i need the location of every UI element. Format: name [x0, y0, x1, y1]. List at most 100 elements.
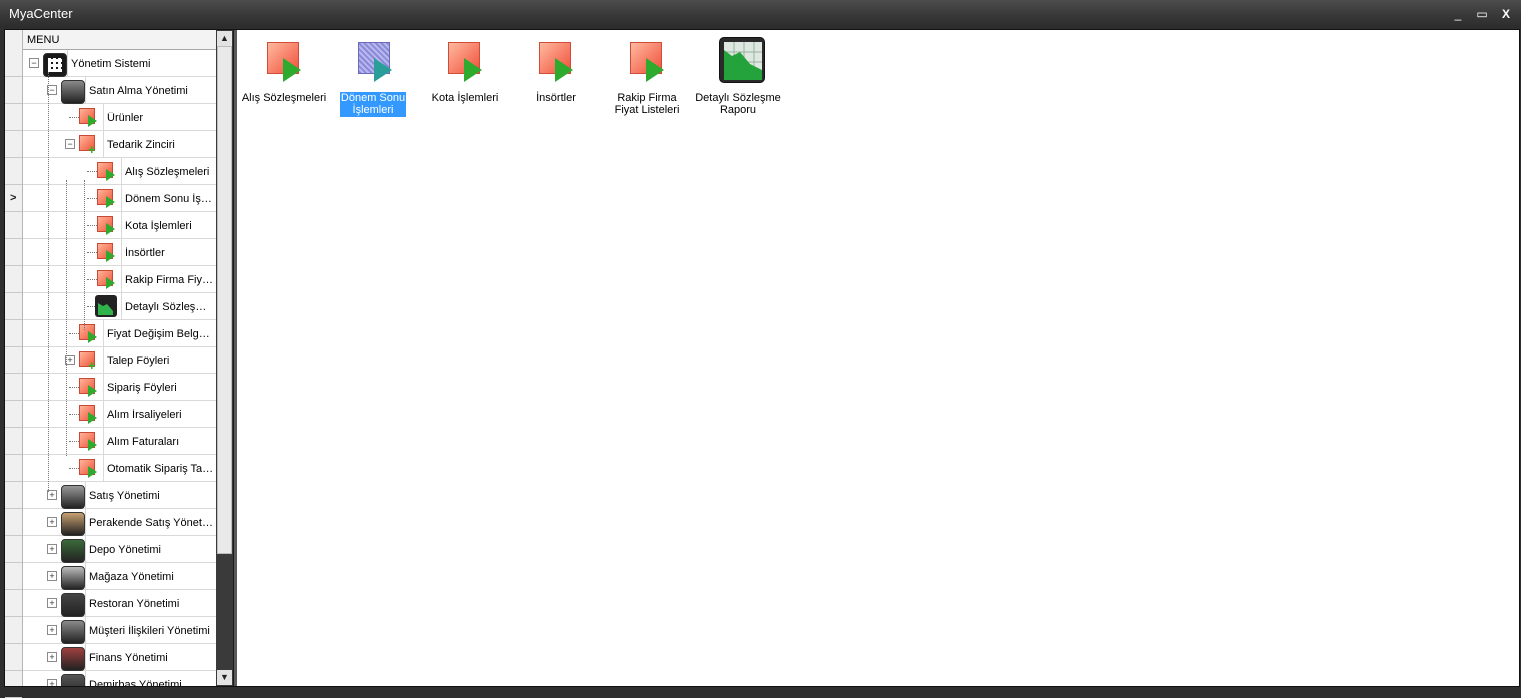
tree-item-label: Fiyat Değişim Belgeleri	[107, 328, 214, 340]
tile-caption: Dönem Sonu İşlemleri	[340, 92, 406, 117]
tree-row[interactable]: + Finans Yönetimi	[23, 644, 216, 671]
gutter-row-line	[5, 103, 22, 104]
form-icon	[79, 106, 99, 128]
tree-row[interactable]: + + Talep Föyleri	[23, 347, 216, 374]
gutter-row-line	[5, 562, 22, 563]
tree-connector-line	[69, 414, 79, 416]
tree-row[interactable]: Fiyat Değişim Belgeleri	[23, 320, 216, 347]
tree-row[interactable]: Alım İrsaliyeleri	[23, 401, 216, 428]
row-column-separator	[121, 266, 122, 293]
tree-row[interactable]: Dönem Sonu İşlemleri	[23, 185, 216, 212]
tree-row[interactable]: − Satın Alma Yönetimi	[23, 77, 216, 104]
tree-row[interactable]: − Yönetim Sistemi	[23, 50, 216, 77]
folder-plus-icon: +	[79, 133, 99, 156]
scroll-up-arrow-icon[interactable]: ▲	[217, 31, 232, 46]
maximize-button[interactable]: ▭	[1473, 5, 1491, 23]
tile-caption: Kota İşlemleri	[431, 92, 499, 104]
tree-row[interactable]: Ürünler	[23, 104, 216, 131]
form-play-icon	[358, 42, 398, 82]
tree-item-label: Restoran Yönetimi	[89, 598, 180, 610]
form-icon	[97, 268, 117, 290]
tree-connector-line	[69, 387, 79, 389]
gutter-row-line	[5, 481, 22, 482]
chart-report-icon	[719, 37, 765, 83]
tree-row[interactable]: + Mağaza Yönetimi	[23, 563, 216, 590]
folder-plus-icon: +	[79, 349, 99, 372]
expand-node-icon[interactable]: +	[47, 652, 57, 662]
row-indicator-gutter: >	[5, 30, 23, 698]
gutter-row-line	[5, 157, 22, 158]
tree-row[interactable]: + Perakende Satış Yönetimi	[23, 509, 216, 536]
tree-row[interactable]: + Demirbaş Yönetimi	[23, 671, 216, 686]
module-tile[interactable]: Detaylı Sözleşme Raporu	[695, 34, 781, 116]
expand-node-icon[interactable]: +	[47, 598, 57, 608]
tree-row[interactable]: Alış Sözleşmeleri	[23, 158, 216, 185]
gutter-row-line	[5, 400, 22, 401]
tree-item-label: Ürünler	[107, 112, 144, 124]
tree-row[interactable]: + Satış Yönetimi	[23, 482, 216, 509]
scrollbar-thumb[interactable]	[217, 46, 232, 554]
gutter-row-line	[5, 76, 22, 77]
tree-row[interactable]: Alım Faturaları	[23, 428, 216, 455]
gutter-row-line	[5, 265, 22, 266]
row-column-separator	[85, 509, 86, 536]
asset-icon	[61, 673, 85, 686]
expand-node-icon[interactable]: +	[47, 517, 57, 527]
tree-row[interactable]: Detaylı Sözleşme Raporu	[23, 293, 216, 320]
tree-item-label: Mağaza Yönetimi	[89, 571, 174, 583]
tree-connector-line	[87, 279, 97, 281]
module-tile[interactable]: Rakip Firma Fiyat Listeleri	[604, 34, 690, 116]
menu-tree[interactable]: MENU − Yönetim Sistemi − Satın Alma Yönetim…	[23, 30, 216, 686]
tree-item-label: Dönem Sonu İşlemleri	[125, 193, 214, 205]
row-column-separator	[103, 455, 104, 482]
sales-truck-icon	[61, 484, 85, 509]
gutter-row-line	[5, 238, 22, 239]
menu-vertical-scrollbar[interactable]: ▲ ▼	[216, 30, 233, 686]
tree-item-label: Alım İrsaliyeleri	[107, 409, 182, 421]
gutter-row-line	[5, 346, 22, 347]
collapse-node-icon[interactable]: −	[29, 58, 39, 68]
module-tile[interactable]: Alış Sözleşmeleri	[241, 34, 327, 114]
row-column-separator	[85, 536, 86, 563]
form-icon	[97, 187, 117, 209]
module-tile[interactable]: İnsörtler	[513, 34, 599, 114]
tree-row[interactable]: + Restoran Yönetimi	[23, 590, 216, 617]
tree-row[interactable]: Kota İşlemleri	[23, 212, 216, 239]
tree-item-label: Alım Faturaları	[107, 436, 180, 448]
tree-row[interactable]: Rakip Firma Fiyat Listeleri	[23, 266, 216, 293]
expand-node-icon[interactable]: +	[47, 571, 57, 581]
scroll-down-arrow-icon[interactable]: ▼	[217, 670, 232, 685]
restaurant-icon	[61, 592, 85, 617]
tree-connector-line	[87, 252, 97, 254]
tile-caption: Alış Sözleşmeleri	[241, 92, 327, 104]
barcode-icon	[61, 511, 85, 536]
module-tile[interactable]: Dönem Sonu İşlemleri	[332, 34, 418, 117]
collapse-node-icon[interactable]: −	[65, 139, 75, 149]
form-icon	[79, 403, 99, 425]
tree-row[interactable]: İnsörtler	[23, 239, 216, 266]
gutter-row-line	[5, 184, 22, 185]
tree-row[interactable]: + Depo Yönetimi	[23, 536, 216, 563]
content-area: Alış Sözleşmeleri Dönem Sonu İşlemleri Kot…	[237, 30, 1519, 686]
expand-node-icon[interactable]: +	[47, 625, 57, 635]
minimize-button[interactable]: _	[1449, 5, 1467, 23]
tree-item-label: Detaylı Sözleşme Raporu	[125, 301, 214, 313]
menu-tree-header: MENU	[23, 30, 216, 50]
module-tile[interactable]: Kota İşlemleri	[422, 34, 508, 114]
row-column-separator	[103, 104, 104, 131]
tree-row[interactable]: + Müşteri İlişkileri Yönetimi	[23, 617, 216, 644]
row-column-separator	[103, 401, 104, 428]
row-column-separator	[85, 590, 86, 617]
main-frame: > MENU − Yönetim Sistemi − Satın Alma Yönet…	[4, 29, 1520, 698]
form-icon	[97, 160, 117, 182]
tree-row[interactable]: − + Tedarik Zinciri	[23, 131, 216, 158]
tree-row[interactable]: Otomatik Sipariş Tavsiyesi	[23, 455, 216, 482]
tree-connector-line	[87, 225, 97, 227]
row-column-separator	[121, 212, 122, 239]
gutter-row-line	[5, 373, 22, 374]
expand-node-icon[interactable]: +	[47, 544, 57, 554]
close-button[interactable]: X	[1497, 5, 1515, 23]
tree-row[interactable]: Sipariş Föyleri	[23, 374, 216, 401]
form-icon	[79, 376, 99, 398]
expand-node-icon[interactable]: +	[47, 679, 57, 686]
